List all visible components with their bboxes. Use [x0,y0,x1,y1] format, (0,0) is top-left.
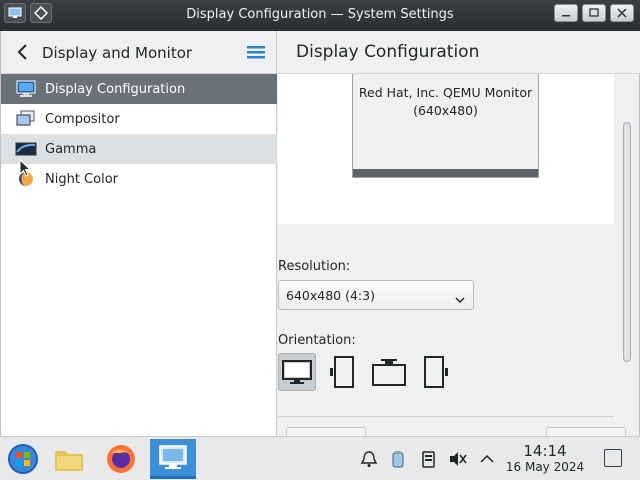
window-title: Display Configuration — System Settings [186,7,454,22]
expand-tray-icon[interactable] [477,449,497,469]
bottom-button-strip [278,416,626,441]
orientation-buttons [278,353,454,391]
chevron-down-icon [455,292,465,304]
sidebar-nav-list: Display Configuration Compositor Gamma N… [1,74,277,194]
resolution-select[interactable]: 640x480 (4:3) [278,280,474,310]
sidebar-item-gamma[interactable]: Gamma [1,134,277,164]
clock-date: 16 May 2024 [505,460,585,474]
show-desktop-icon[interactable] [604,449,622,467]
resolution-value: 640x480 (4:3) [286,288,375,303]
folder-icon [55,451,83,471]
page-title: Display Configuration [296,42,480,62]
system-settings-button[interactable] [150,439,196,479]
sidebar-item-label: Compositor [45,111,120,127]
main-panel: Display Configuration Red Hat, Inc. QEMU… [278,31,640,441]
start-menu-button[interactable] [0,439,46,479]
sidebar-item-label: Display Configuration [45,81,186,97]
minimize-button[interactable] [554,4,578,22]
portrait-left-monitor-icon [330,356,354,388]
orientation-portrait-left-button[interactable] [324,353,362,391]
firefox-button[interactable] [98,439,144,479]
landscape-monitor-icon [282,360,312,384]
monitor-card-bar [353,169,538,177]
sidebar-item-display-configuration[interactable]: Display Configuration [1,74,277,104]
sidebar-item-label: Gamma [45,141,97,157]
clipboard-icon[interactable] [388,449,408,469]
window-controls [554,4,634,22]
sidebar-item-night-color[interactable]: Night Color [1,164,277,194]
main-header: Display Configuration [278,31,640,74]
resolution-label: Resolution: [278,259,351,274]
monitor-name-text: Red Hat, Inc. QEMU Monitor [358,85,533,100]
orientation-flipped-button[interactable] [370,353,408,391]
display-config-icon [15,80,37,98]
clock[interactable]: 14:14 16 May 2024 [502,443,588,475]
file-manager-button[interactable] [46,439,92,479]
volume-muted-icon[interactable] [448,449,468,469]
portrait-right-monitor-icon [424,356,448,388]
scrollbar-thumb[interactable] [623,122,631,362]
clock-time: 14:14 [523,442,567,460]
back-icon[interactable] [15,43,31,61]
scrollbar[interactable] [620,74,634,411]
window-titlebar[interactable]: Display Configuration — System Settings [0,0,640,31]
sidebar: Display and Monitor Display Configuratio… [1,31,277,436]
device-icon[interactable] [418,449,438,469]
monitor-preview-area: Red Hat, Inc. QEMU Monitor (640x480) [278,74,614,224]
landscape-flipped-monitor-icon [372,359,406,386]
compositor-icon [15,110,37,128]
mouse-cursor-icon [19,159,32,177]
system-settings-icon [159,444,187,469]
orientation-portrait-right-button[interactable] [416,353,454,391]
monitor-name: Red Hat, Inc. QEMU Monitor (640x480) [353,84,538,120]
monitor-card[interactable]: Red Hat, Inc. QEMU Monitor (640x480) [352,74,539,178]
taskbar: 14:14 16 May 2024 [0,436,640,480]
firefox-icon [107,445,135,473]
orientation-label: Orientation: [278,333,356,348]
start-menu-icon [8,444,38,474]
orientation-landscape-button[interactable] [278,353,316,391]
sidebar-item-compositor[interactable]: Compositor [1,104,277,134]
hamburger-menu-icon[interactable] [246,43,266,61]
sidebar-item-label: Night Color [45,171,118,187]
sidebar-header: Display and Monitor [1,31,276,74]
gamma-icon [15,140,37,158]
sidebar-title: Display and Monitor [42,44,193,62]
monitor-resolution-text: (640x480) [413,103,478,118]
maximize-button[interactable] [582,4,606,22]
close-button[interactable] [610,4,634,22]
notifications-icon[interactable] [359,449,379,469]
system-settings-window: Display and Monitor Display Configuratio… [0,31,640,441]
